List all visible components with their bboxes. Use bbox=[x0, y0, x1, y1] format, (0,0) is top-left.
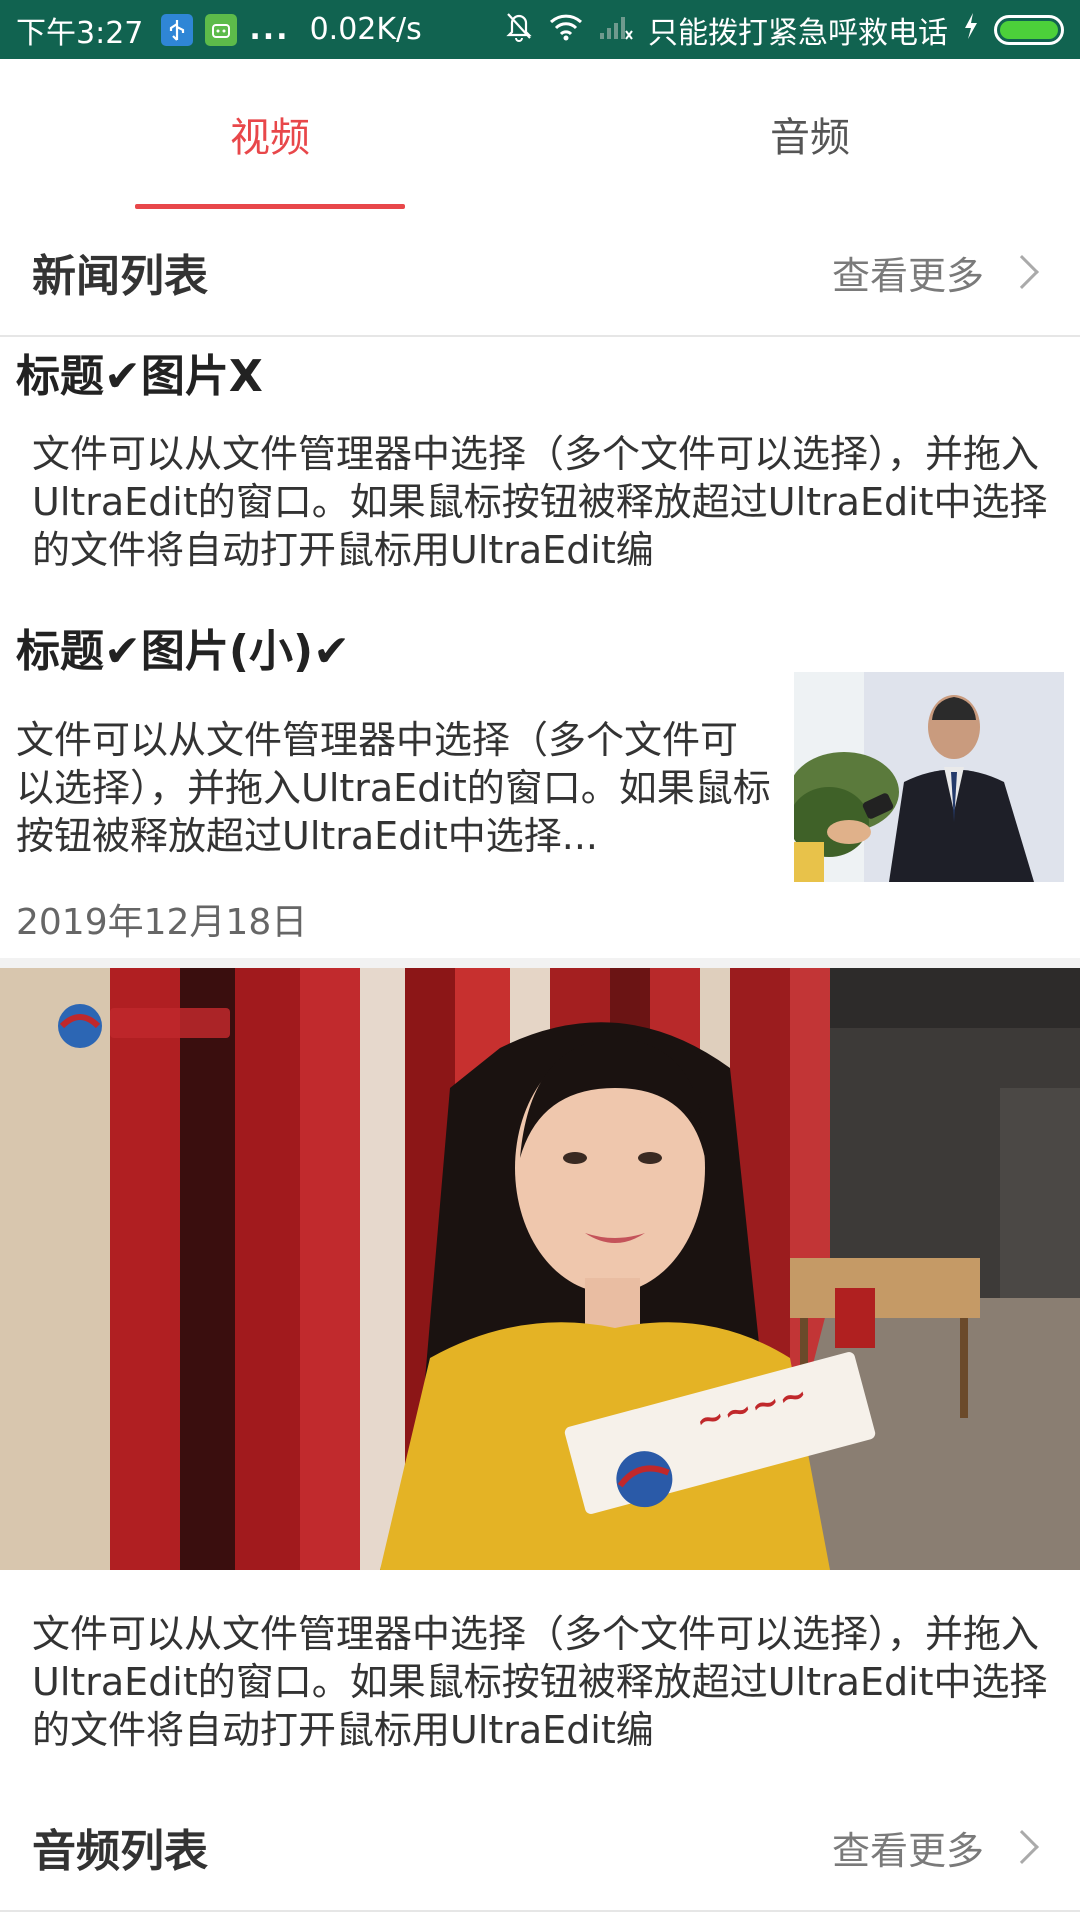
news-more-label: 查看更多 bbox=[831, 253, 984, 298]
tab-audio[interactable]: 音频 bbox=[540, 59, 1080, 209]
tab-video-label: 视频 bbox=[230, 115, 310, 161]
status-bar: 下午3:27 ... 0.02K/s 只能拨打紧急呼救电话 bbox=[0, 0, 1080, 59]
battery-icon bbox=[994, 14, 1064, 45]
charging-icon bbox=[962, 11, 980, 49]
network-speed: 0.02K/s bbox=[309, 12, 422, 47]
news-item-title: 标题✔图片(小)✔ bbox=[16, 626, 350, 677]
tab-bar: 视频 音频 bbox=[0, 59, 1080, 209]
news-item-body: 文件可以从文件管理器中选择（多个文件可以选择），并拖入UltraEdit的窗口。… bbox=[32, 432, 1048, 572]
tab-video[interactable]: 视频 bbox=[0, 59, 540, 209]
carrier-text: 只能拨打紧急呼救电话 bbox=[648, 15, 948, 51]
news-more-button[interactable]: 查看更多 bbox=[832, 245, 1048, 300]
news-thumbnail-image bbox=[794, 672, 1064, 882]
news-large-image: ~~~~ bbox=[0, 968, 1080, 1570]
divider bbox=[0, 1910, 1080, 1912]
news-section-header: 新闻列表 查看更多 bbox=[0, 209, 1080, 335]
audio-section-title: 音频列表 bbox=[32, 1826, 208, 1877]
wifi-icon bbox=[548, 11, 584, 49]
bell-off-icon bbox=[504, 10, 534, 50]
android-icon bbox=[205, 13, 238, 46]
chevron-right-icon bbox=[1005, 255, 1039, 289]
signal-icon bbox=[598, 11, 634, 49]
news-item-date: 2019年12月18日 bbox=[16, 902, 308, 943]
divider bbox=[0, 335, 1080, 337]
chevron-right-icon bbox=[1005, 1830, 1039, 1864]
tab-audio-label: 音频 bbox=[770, 115, 850, 161]
section-gap bbox=[0, 958, 1080, 968]
audio-more-button[interactable]: 查看更多 bbox=[832, 1820, 1048, 1875]
usb-icon bbox=[161, 13, 194, 46]
news-item-body: 文件可以从文件管理器中选择（多个文件可以选择），并拖入UltraEdit的窗口。… bbox=[16, 718, 771, 858]
audio-more-label: 查看更多 bbox=[831, 1828, 984, 1873]
news-section-title: 新闻列表 bbox=[32, 251, 208, 302]
status-time: 下午3:27 bbox=[16, 15, 144, 51]
news-item-body: 文件可以从文件管理器中选择（多个文件可以选择），并拖入UltraEdit的窗口。… bbox=[32, 1612, 1048, 1752]
news-item-title: 标题✔图片X bbox=[16, 351, 263, 402]
status-more: ... bbox=[249, 12, 290, 47]
audio-section-header: 音频列表 查看更多 bbox=[0, 1784, 1080, 1910]
